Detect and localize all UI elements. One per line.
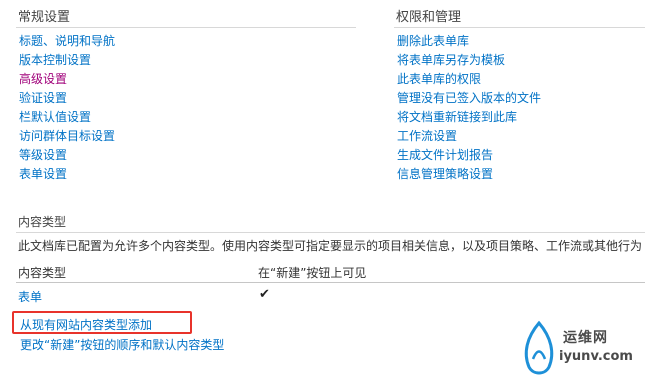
content-types-table-header: 内容类型 在“新建”按钮上可见 — [16, 262, 645, 283]
change-new-button-order-link[interactable]: 更改“新建”按钮的顺序和默认内容类型 — [20, 335, 224, 355]
link-versioning-settings[interactable]: 版本控制设置 — [19, 51, 115, 70]
link-workflow-settings[interactable]: 工作流设置 — [397, 127, 541, 146]
content-type-form-link[interactable]: 表单 — [18, 288, 42, 305]
link-audience-targeting-settings[interactable]: 访问群体目标设置 — [19, 127, 115, 146]
checkmark-icon: ✔ — [259, 287, 270, 302]
column-header-visible-on-new[interactable]: 在“新建”按钮上可见 — [258, 264, 366, 281]
content-types-title: 内容类型 — [18, 215, 67, 229]
link-rating-settings[interactable]: 等级设置 — [19, 146, 115, 165]
general-settings-title: 常规设置 — [18, 10, 71, 25]
link-title-description-navigation[interactable]: 标题、说明和导航 — [19, 32, 115, 51]
content-types-description: 此文档库已配置为允许多个内容类型。使用内容类型可指定要显示的项目相关信息，以及项… — [18, 239, 643, 253]
link-library-permissions[interactable]: 此表单库的权限 — [397, 70, 541, 89]
column-header-content-type[interactable]: 内容类型 — [18, 264, 66, 281]
link-information-management-policy[interactable]: 信息管理策略设置 — [397, 165, 541, 184]
permissions-management-divider — [394, 27, 645, 28]
link-save-as-template[interactable]: 将表单库另存为模板 — [397, 51, 541, 70]
site-watermark: 运维网 iyunv.com — [519, 319, 639, 379]
link-relink-documents[interactable]: 将文档重新链接到此库 — [397, 108, 541, 127]
link-advanced-settings[interactable]: 高级设置 — [19, 70, 115, 89]
content-types-divider — [16, 232, 645, 233]
general-settings-links: 标题、说明和导航 版本控制设置 高级设置 验证设置 栏默认值设置 访问群体目标设… — [19, 32, 115, 184]
permissions-management-title: 权限和管理 — [396, 10, 462, 25]
watermark-logo-icon — [524, 320, 554, 375]
watermark-text-line1: 运维网 — [563, 330, 608, 346]
link-delete-form-library[interactable]: 删除此表单库 — [397, 32, 541, 51]
link-validation-settings[interactable]: 验证设置 — [19, 89, 115, 108]
table-row: 表单 ✔ — [16, 287, 645, 306]
watermark-text-line2: iyunv.com — [559, 349, 633, 364]
link-manage-checked-out-files[interactable]: 管理没有已签入版本的文件 — [397, 89, 541, 108]
general-settings-divider — [16, 27, 356, 28]
highlight-annotation-box — [12, 311, 192, 334]
link-form-settings[interactable]: 表单设置 — [19, 165, 115, 184]
link-file-plan-report[interactable]: 生成文件计划报告 — [397, 146, 541, 165]
link-column-default-settings[interactable]: 栏默认值设置 — [19, 108, 115, 127]
permissions-management-links: 删除此表单库 将表单库另存为模板 此表单库的权限 管理没有已签入版本的文件 将文… — [397, 32, 541, 184]
